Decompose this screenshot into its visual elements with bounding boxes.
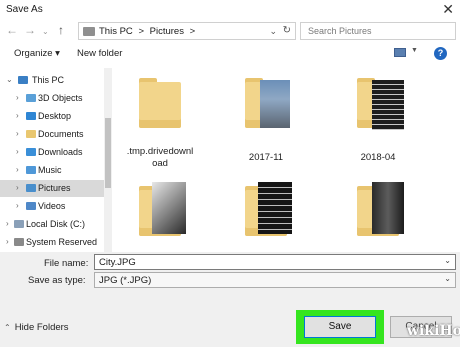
sidebar-item-label: Pictures [38,183,71,193]
chevron-right-icon[interactable]: › [16,201,19,210]
chevron-up-icon: ⌃ [4,323,11,332]
breadcrumb-this-pc[interactable]: This PC [99,26,133,37]
folder-name-line: .tmp.drivedownl [126,146,194,157]
forward-icon[interactable]: → [24,24,36,36]
recent-locations-icon[interactable]: ⌄ [42,26,49,38]
drive-icon [14,220,24,228]
sidebar-item-label: Desktop [38,111,72,121]
new-folder-button[interactable]: New folder [77,48,122,59]
chevron-down-icon[interactable]: ⌄ [444,256,451,265]
chevron-right-icon[interactable]: › [16,183,19,192]
search-input[interactable]: Search Pictures [308,26,372,36]
back-icon[interactable]: ← [6,24,18,36]
save-as-type-select[interactable]: JPG (*.JPG) ⌄ [94,272,456,288]
chevron-down-icon[interactable]: ⌄ [444,274,451,283]
photo-thumbnail [152,182,186,234]
sidebar-item-music[interactable]: › Music [0,162,104,179]
folder-item[interactable] [336,178,420,252]
sidebar-item-videos[interactable]: › Videos [0,198,104,215]
close-icon[interactable]: ✕ [442,2,454,16]
folder-name: .tmp.drivedownl oad [118,146,202,170]
sidebar-item-downloads[interactable]: › Downloads [0,144,104,161]
folder-icon [83,27,95,36]
hide-folders-label: Hide Folders [14,322,69,333]
chevron-down-icon[interactable]: ▼ [411,47,418,54]
window-title: Save As [6,4,43,15]
chevron-right-icon[interactable]: › [16,129,19,138]
sidebar-item-system-reserved[interactable]: › System Reserved [0,234,104,251]
breadcrumb-separator: > [189,26,196,37]
sidebar-item-label: 3D Objects [38,93,83,103]
photo-thumbnail [260,80,290,128]
command-toolbar: Organize ▾ New folder ▼ ? [0,44,460,64]
up-icon[interactable]: ↑ [58,24,64,36]
save-button[interactable]: Save [304,316,376,338]
sidebar-item-pictures[interactable]: › Pictures [0,180,104,197]
sidebar-item-label: Local Disk (C:) [26,219,86,229]
folder-item[interactable] [224,178,308,252]
sidebar-item-3d-objects[interactable]: › 3D Objects [0,90,104,107]
organize-button[interactable]: Organize ▾ [14,48,60,59]
breadcrumb-separator: > [138,26,144,37]
sidebar-item-local-disk[interactable]: › Local Disk (C:) [0,216,104,233]
chevron-down-icon[interactable]: ⌄ [269,26,277,37]
help-icon[interactable]: ? [434,47,447,60]
chevron-right-icon[interactable]: › [16,147,19,156]
sidebar-item-documents[interactable]: › Documents [0,126,104,143]
photo-thumbnail [372,182,404,234]
navigation-bar: ← → ⌄ ↑ This PC > Pictures > ⌄ ↻ Search … [0,20,460,42]
save-as-type-value: JPG (*.JPG) [99,275,152,286]
navigation-pane: ⌄ This PC › 3D Objects › Desktop › Docum… [0,68,112,252]
breadcrumb: This PC > Pictures > [99,26,198,37]
folder-item[interactable]: 2017-11 [224,72,308,172]
chevron-right-icon[interactable]: › [16,165,19,174]
empty-folder-icon [139,82,181,128]
sidebar-item-label: This PC [32,75,65,85]
chevron-right-icon[interactable]: › [6,219,9,228]
folder-item[interactable]: .tmp.drivedownl oad [118,72,202,172]
title-bar: Save As ✕ [0,0,460,20]
address-bar[interactable]: This PC > Pictures > ⌄ ↻ [78,22,296,40]
sidebar-item-label: Music [38,165,62,175]
chevron-right-icon[interactable]: › [6,237,9,246]
view-options-icon[interactable] [394,48,406,57]
breadcrumb-pictures[interactable]: Pictures [150,26,184,37]
folder-item[interactable]: 2018-04 [336,72,420,172]
folder-name: 2017-11 [248,152,284,163]
sidebar-item-label: Videos [38,201,66,211]
cube-folder-icon [26,94,36,102]
sidebar-scrollbar[interactable] [104,68,112,252]
downloads-folder-icon [26,148,36,156]
save-as-type-label: Save as type: [28,275,86,286]
documents-folder-icon [26,130,36,138]
chevron-right-icon[interactable]: › [16,111,19,120]
file-name-label: File name: [44,258,89,269]
photo-thumbnail [258,182,292,234]
music-folder-icon [26,166,36,174]
folder-name: 2018-04 [360,152,396,163]
folder-item[interactable] [118,178,202,252]
desktop-folder-icon [26,112,36,120]
drive-icon [14,238,24,246]
sidebar-item-this-pc[interactable]: ⌄ This PC [0,72,104,89]
file-list: .tmp.drivedownl oad 2017-11 2018-04 [114,68,460,252]
sidebar-item-desktop[interactable]: › Desktop [0,108,104,125]
folder-name-line: oad [152,158,168,169]
wikihow-watermark: wikiHow [407,323,460,339]
sidebar-item-label: Downloads [38,147,83,157]
sidebar-item-label: System Reserved [26,237,98,247]
file-name-input[interactable]: City.JPG [99,257,136,268]
videos-folder-icon [26,202,36,210]
scrollbar-thumb[interactable] [105,118,111,188]
file-name-field[interactable]: City.JPG ⌄ [94,254,456,270]
hide-folders-button[interactable]: ⌃ Hide Folders [4,322,69,333]
pictures-folder-icon [26,184,36,192]
search-box[interactable]: Search Pictures [300,22,456,40]
chevron-down-icon[interactable]: ⌄ [6,75,13,84]
refresh-icon[interactable]: ↻ [283,25,291,36]
sidebar-item-label: Documents [38,129,84,139]
computer-icon [18,76,28,84]
photo-thumbnail [372,80,404,130]
chevron-right-icon[interactable]: › [16,93,19,102]
